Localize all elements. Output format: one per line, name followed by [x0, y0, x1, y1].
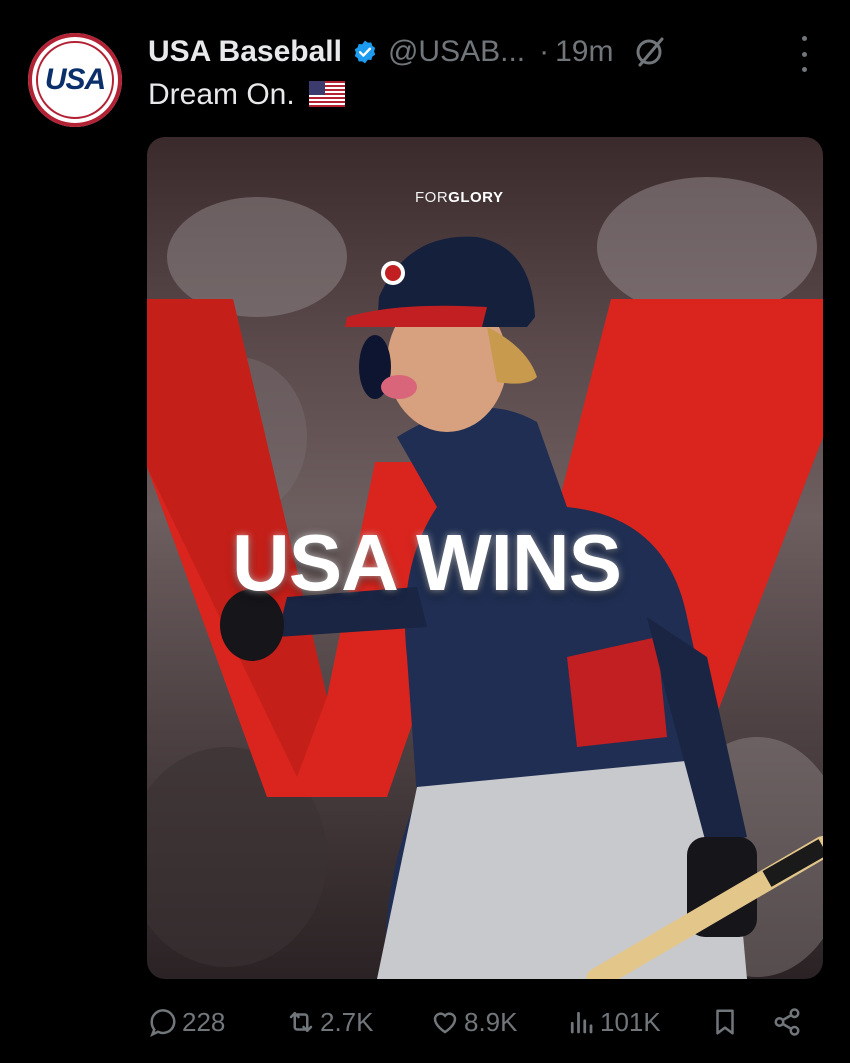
- flag-icon: [309, 81, 346, 107]
- separator-dot: ·: [539, 35, 550, 68]
- timestamp[interactable]: 19m: [555, 35, 613, 69]
- tweet-text: Dream On.: [148, 78, 346, 112]
- action-bar: 228 2.7K 8.9K 101K: [148, 1000, 808, 1044]
- views-count: 101K: [600, 1006, 661, 1037]
- forglory-tagline: FORGLORY: [415, 189, 503, 206]
- like-count: 8.9K: [464, 1006, 518, 1037]
- reply-count: 228: [182, 1006, 226, 1037]
- tweet-text-body: Dream On.: [148, 78, 295, 111]
- more-dot: [801, 51, 807, 57]
- grok-icon[interactable]: [631, 34, 667, 70]
- repost-count: 2.7K: [320, 1006, 374, 1037]
- usa-logo: USA: [44, 63, 106, 96]
- repost-icon: [289, 1012, 313, 1032]
- more-dot: [801, 36, 807, 41]
- more-dot: [801, 67, 807, 72]
- more-icon[interactable]: [794, 36, 814, 72]
- tweet-header: USA Baseball @USAB... · 19m: [148, 28, 667, 76]
- repost-button[interactable]: 2.7K: [286, 1007, 374, 1038]
- like-icon: [433, 1012, 457, 1034]
- bookmark-icon: [716, 1009, 734, 1035]
- verified-icon: [354, 40, 376, 64]
- avatar[interactable]: USA: [28, 33, 122, 127]
- usa-wins-headline: USA WINS: [232, 518, 622, 607]
- reply-icon: [150, 1009, 176, 1037]
- share-icon: [774, 1008, 800, 1036]
- display-name[interactable]: USA Baseball: [148, 35, 342, 69]
- handle[interactable]: @USAB...: [388, 35, 525, 69]
- tagline-prefix: FOR: [415, 189, 449, 206]
- like-button[interactable]: 8.9K: [430, 1007, 518, 1038]
- reply-button[interactable]: 228: [148, 1007, 225, 1038]
- views-icon: [570, 1011, 593, 1034]
- tagline-bold: GLORY: [448, 189, 504, 206]
- share-button[interactable]: [772, 1007, 806, 1037]
- views-button[interactable]: 101K: [566, 1007, 661, 1038]
- bookmark-button[interactable]: [710, 1007, 744, 1037]
- tweet-image[interactable]: FORGLORY USA WINS: [147, 137, 823, 979]
